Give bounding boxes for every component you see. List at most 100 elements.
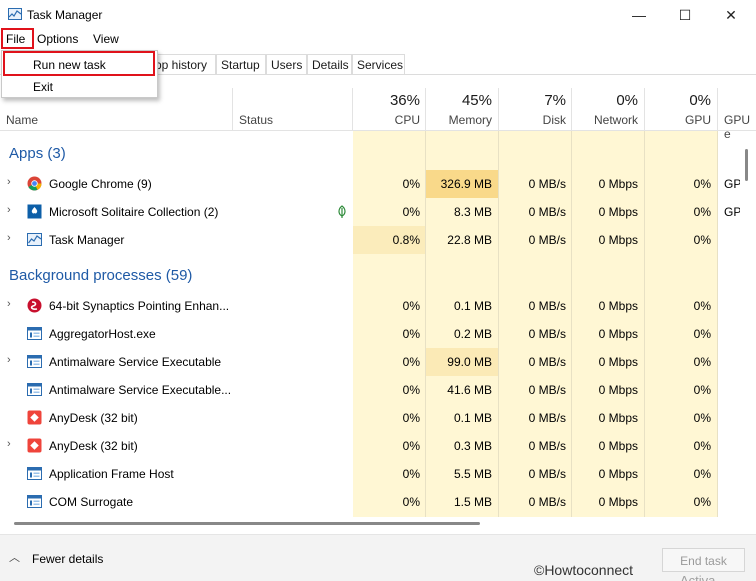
disk-value: 0 MB/s xyxy=(528,233,566,247)
table-row[interactable]: › Antimalware Service Executable 0% 99.0 MB… xyxy=(0,348,740,376)
disk-percent: 7% xyxy=(544,92,566,109)
process-name: AnyDesk (32 bit) xyxy=(49,439,138,453)
menu-options[interactable]: Options xyxy=(37,32,78,46)
chevron-right-icon[interactable]: › xyxy=(7,298,11,310)
background-group-header: Background processes (59) xyxy=(9,267,193,284)
memory-value: 0.3 MB xyxy=(453,439,492,453)
task-manager-icon xyxy=(8,8,22,20)
window-title: Task Manager xyxy=(27,8,103,22)
table-row[interactable]: › Microsoft Solitaire Collection (2) 0% 8.3… xyxy=(0,198,740,226)
cpu-value: 0% xyxy=(402,467,420,481)
end-task-button[interactable]: End task xyxy=(662,548,745,572)
network-value: 0 Mbps xyxy=(598,205,638,219)
cpu-percent: 36% xyxy=(389,92,420,109)
table-row[interactable]: › Task Manager 0.8% 22.8 MB 0 MB/s 0 Mbps 0% xyxy=(0,226,740,254)
menu-view[interactable]: View xyxy=(93,32,119,46)
disk-value: 0 MB/s xyxy=(528,205,566,219)
cpu-value: 0.8% xyxy=(392,233,420,247)
table-row[interactable]: COM Surrogate 0% 1.5 MB 0 MB/s 0 Mbps 0% xyxy=(0,488,740,516)
exit-item[interactable]: Exit xyxy=(2,75,157,97)
memory-value: 326.9 MB xyxy=(440,177,492,191)
title-bar: Task Manager — ☐ ✕ xyxy=(0,0,756,30)
table-row[interactable]: › Google Chrome (9) 0% 326.9 MB 0 MB/s 0 Mbps… xyxy=(0,170,740,198)
chevron-right-icon[interactable]: › xyxy=(7,176,11,188)
synaptics-icon xyxy=(27,298,42,313)
close-button[interactable]: ✕ xyxy=(708,0,754,30)
horizontal-scroll-thumb[interactable] xyxy=(14,522,480,525)
process-name: Antimalware Service Executable... xyxy=(49,383,232,397)
table-row[interactable]: › 64-bit Synaptics Pointing Enhan... 0% 0.1… xyxy=(0,292,740,320)
column-memory[interactable]: Memory xyxy=(440,113,492,127)
gpu-value: 0% xyxy=(693,383,711,397)
column-separator xyxy=(644,88,645,130)
column-separator xyxy=(717,88,718,130)
memory-value: 8.3 MB xyxy=(453,205,492,219)
column-name[interactable]: Name xyxy=(6,113,38,127)
network-value: 0 Mbps xyxy=(598,327,638,341)
horizontal-scrollbar[interactable] xyxy=(0,517,740,531)
process-name: AggregatorHost.exe xyxy=(49,327,156,341)
chevron-right-icon[interactable]: › xyxy=(7,204,11,216)
memory-value: 5.5 MB xyxy=(453,467,492,481)
cpu-value: 0% xyxy=(402,355,420,369)
column-cpu[interactable]: CPU xyxy=(372,113,420,127)
disk-value: 0 MB/s xyxy=(528,411,566,425)
gpu-value: 0% xyxy=(693,299,711,313)
column-separator xyxy=(498,88,499,130)
process-list: Apps (3) › Google Chrome (9) 0% 326.9 MB 0 MB… xyxy=(0,131,740,517)
table-row[interactable]: › AnyDesk (32 bit) 0% 0.3 MB 0 MB/s 0 Mbps 0% xyxy=(0,432,740,460)
memory-value: 22.8 MB xyxy=(447,233,492,247)
vertical-scroll-thumb[interactable] xyxy=(745,149,748,181)
tab-app-history[interactable]: pp history xyxy=(150,54,216,75)
tab-users[interactable]: Users xyxy=(266,54,307,75)
tab-startup[interactable]: Startup xyxy=(216,54,266,75)
gpu-engine-value: GP xyxy=(724,177,740,191)
tab-label: Details xyxy=(312,58,349,72)
column-network[interactable]: Network xyxy=(580,113,638,127)
network-value: 0 Mbps xyxy=(598,299,638,313)
network-value: 0 Mbps xyxy=(598,411,638,425)
apps-group-header: Apps (3) xyxy=(9,145,66,162)
disk-value: 0 MB/s xyxy=(528,439,566,453)
disk-value: 0 MB/s xyxy=(528,299,566,313)
chevron-right-icon[interactable]: › xyxy=(7,232,11,244)
process-name: 64-bit Synaptics Pointing Enhan... xyxy=(49,299,230,313)
cpu-value: 0% xyxy=(402,439,420,453)
solitaire-icon xyxy=(27,204,42,219)
memory-value: 1.5 MB xyxy=(453,495,492,509)
maximize-button[interactable]: ☐ xyxy=(662,0,708,30)
table-row[interactable]: Application Frame Host 0% 5.5 MB 0 MB/s 0 Mb… xyxy=(0,460,740,488)
gpu-value: 0% xyxy=(693,177,711,191)
table-row[interactable]: Antimalware Service Executable... 0% 41.6 … xyxy=(0,376,740,404)
minimize-button[interactable]: — xyxy=(616,0,662,30)
process-name: Google Chrome (9) xyxy=(49,177,152,191)
table-row[interactable]: AggregatorHost.exe 0% 0.2 MB 0 MB/s 0 Mbps 0% xyxy=(0,320,740,348)
disk-value: 0 MB/s xyxy=(528,177,566,191)
tab-details[interactable]: Details xyxy=(307,54,352,75)
cpu-value: 0% xyxy=(402,327,420,341)
chevron-up-icon[interactable]: ︿ xyxy=(9,549,20,565)
column-status[interactable]: Status xyxy=(239,113,273,127)
fewer-details-button[interactable]: Fewer details xyxy=(32,552,103,566)
gpu-percent: 0% xyxy=(689,92,711,109)
column-disk[interactable]: Disk xyxy=(515,113,566,127)
memory-value: 0.1 MB xyxy=(453,299,492,313)
column-gpu[interactable]: GPU xyxy=(660,113,711,127)
process-name: Task Manager xyxy=(49,233,125,247)
network-value: 0 Mbps xyxy=(598,177,638,191)
gpu-engine-value: GP xyxy=(724,205,740,219)
memory-percent: 45% xyxy=(461,92,492,109)
chevron-right-icon[interactable]: › xyxy=(7,438,11,450)
gpu-value: 0% xyxy=(693,467,711,481)
anydesk-icon xyxy=(27,438,42,453)
disk-value: 0 MB/s xyxy=(528,495,566,509)
table-row[interactable]: AnyDesk (32 bit) 0% 0.1 MB 0 MB/s 0 Mbps 0% xyxy=(0,404,740,432)
chevron-right-icon[interactable]: › xyxy=(7,354,11,366)
run-new-task-callout xyxy=(3,51,155,76)
process-name: Application Frame Host xyxy=(49,467,174,481)
tab-services[interactable]: Services xyxy=(352,54,405,75)
vertical-scrollbar[interactable] xyxy=(740,131,756,517)
cpu-value: 0% xyxy=(402,411,420,425)
process-icon xyxy=(27,467,42,480)
disk-value: 0 MB/s xyxy=(528,355,566,369)
